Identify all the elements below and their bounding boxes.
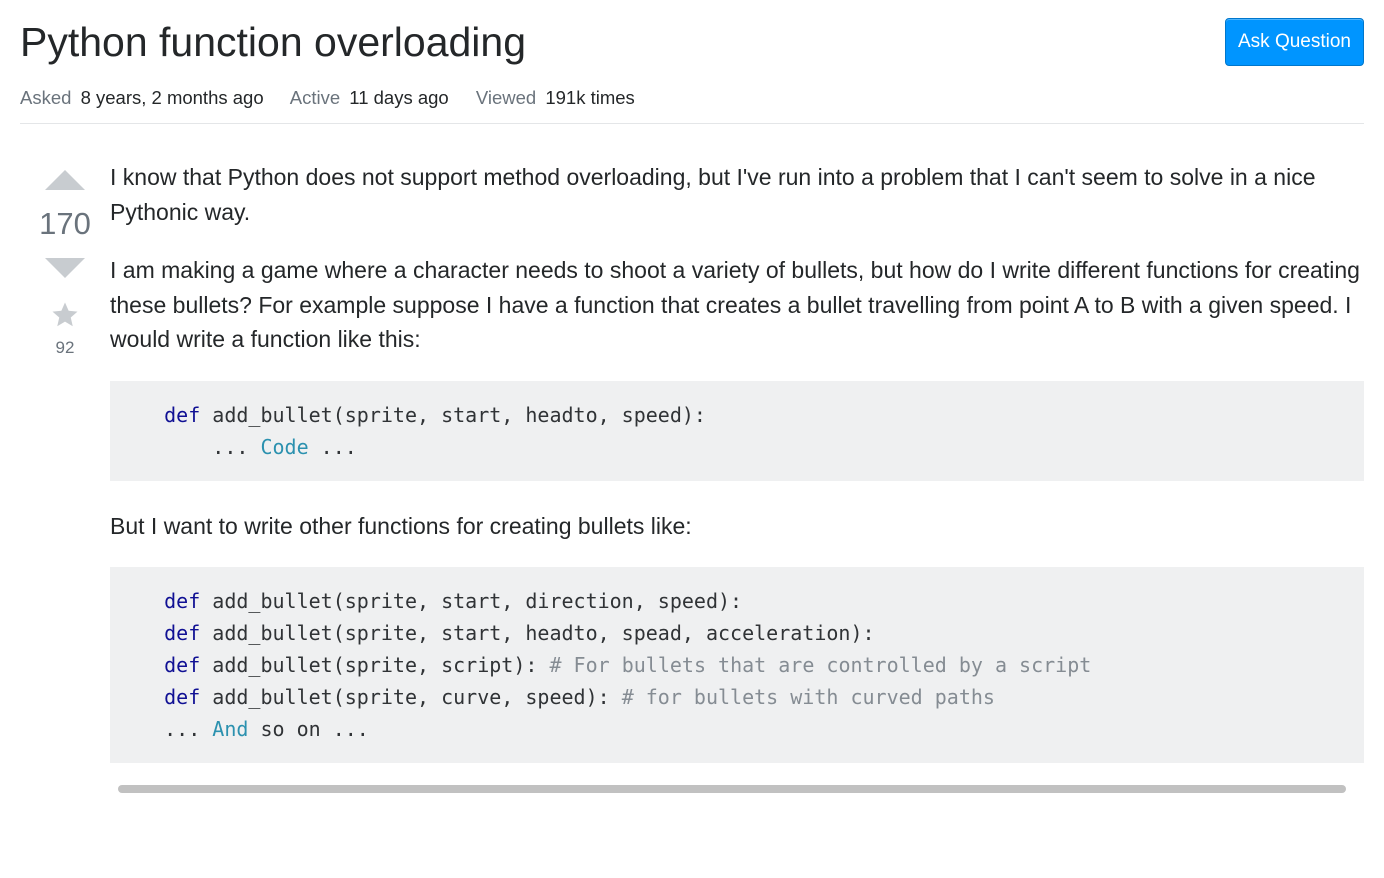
code-block: def add_bullet(sprite, start, headto, sp… bbox=[110, 381, 1364, 481]
chevron-down-icon bbox=[41, 254, 89, 286]
paragraph: But I want to write other functions for … bbox=[110, 509, 1364, 544]
downvote-button[interactable] bbox=[41, 254, 89, 286]
horizontal-scrollbar[interactable] bbox=[110, 785, 1364, 793]
post-body: I know that Python does not support meth… bbox=[110, 160, 1364, 793]
question-meta: Asked 8 years, 2 months ago Active 11 da… bbox=[20, 87, 1364, 109]
viewed-label: Viewed bbox=[476, 87, 536, 108]
paragraph: I know that Python does not support meth… bbox=[110, 160, 1364, 229]
active-value[interactable]: 11 days ago bbox=[349, 87, 448, 108]
chevron-up-icon bbox=[41, 162, 89, 194]
favorite-button[interactable] bbox=[50, 300, 80, 330]
scrollbar-thumb[interactable] bbox=[118, 785, 1346, 793]
post-layout: 170 92 I know that Python does not suppo… bbox=[20, 160, 1364, 793]
header-divider bbox=[20, 123, 1364, 124]
vote-count: 170 bbox=[39, 206, 91, 242]
upvote-button[interactable] bbox=[41, 162, 89, 194]
vote-cell: 170 92 bbox=[20, 160, 110, 793]
question-page: Python function overloading Ask Question… bbox=[0, 0, 1384, 793]
question-header: Python function overloading Ask Question bbox=[20, 16, 1364, 77]
asked-label: Asked bbox=[20, 87, 71, 108]
paragraph: I am making a game where a character nee… bbox=[110, 253, 1364, 357]
ask-question-button[interactable]: Ask Question bbox=[1225, 18, 1364, 66]
asked-value: 8 years, 2 months ago bbox=[81, 87, 264, 108]
star-icon bbox=[50, 300, 80, 330]
code-block: def add_bullet(sprite, start, direction,… bbox=[110, 567, 1364, 763]
question-title: Python function overloading bbox=[20, 16, 526, 69]
favorite-count: 92 bbox=[56, 338, 75, 358]
viewed-value: 191k times bbox=[545, 87, 634, 108]
active-label: Active bbox=[290, 87, 340, 108]
